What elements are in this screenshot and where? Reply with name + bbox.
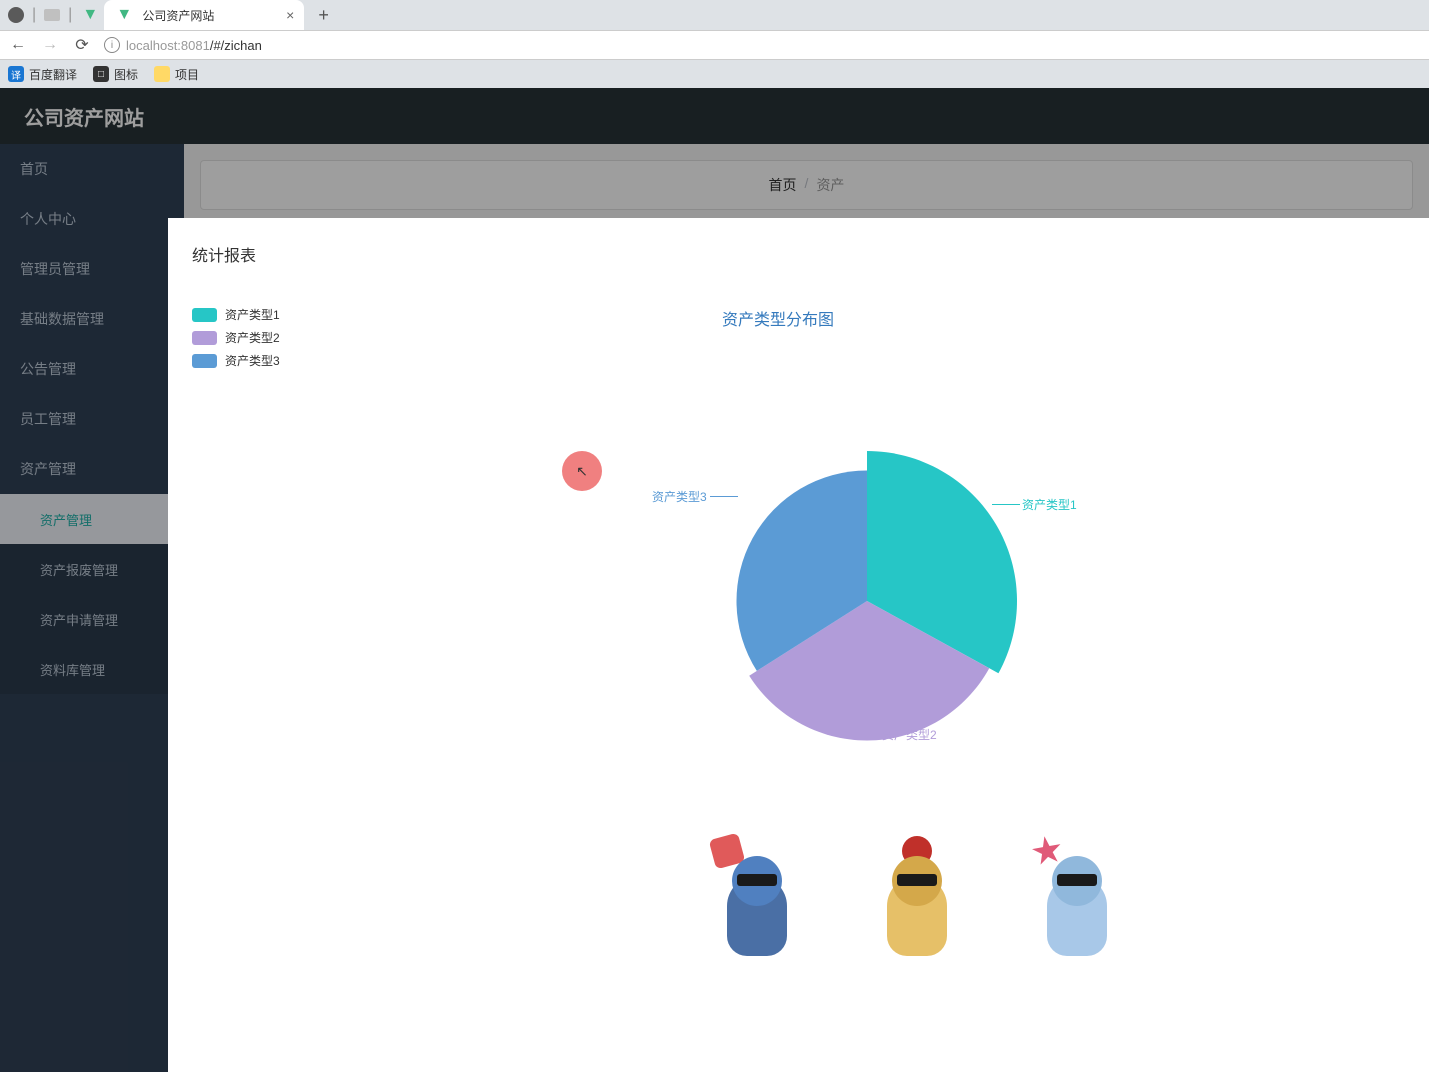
mascot-blue <box>712 836 802 966</box>
tab-divider: | <box>68 6 72 24</box>
legend-item[interactable]: 资产类型2 <box>192 329 280 346</box>
bookmarks-bar: 译 百度翻译 □ 图标 项目 <box>0 60 1429 88</box>
pie-label-1: 资产类型1 <box>1022 496 1077 513</box>
cursor-highlight: ↖ <box>562 451 602 491</box>
legend-swatch <box>192 354 217 368</box>
mascot-dog <box>872 836 962 966</box>
globe-icon[interactable] <box>8 7 24 23</box>
tab-divider: | <box>32 6 36 24</box>
legend-swatch <box>192 308 217 322</box>
legend-label: 资产类型2 <box>225 329 280 346</box>
browser-chrome: | | ▼ ▼ 公司资产网站 × + ← → ⟳ i localhost:808… <box>0 0 1429 88</box>
pie-chart: 资产类型1 资产类型2 资产类型3 <box>692 426 1042 776</box>
legend-label: 资产类型1 <box>225 306 280 323</box>
reload-button[interactable]: ⟳ <box>72 35 92 55</box>
bookmark-label: 项目 <box>175 66 199 83</box>
tab-bar: | | ▼ ▼ 公司资产网站 × + <box>0 0 1429 30</box>
url-text: localhost:8081/#/zichan <box>126 38 262 53</box>
sunglasses-icon <box>1057 874 1097 886</box>
vue-icon[interactable]: ▼ <box>80 5 100 25</box>
url-path: /#/zichan <box>210 38 262 53</box>
modal-title: 统计报表 <box>192 242 1405 266</box>
bookmark-label: 百度翻译 <box>29 66 77 83</box>
forward-button[interactable]: → <box>40 36 60 54</box>
chart-title: 资产类型分布图 <box>722 306 834 330</box>
pie-label-line <box>992 504 1020 505</box>
pie-label-line <box>857 734 879 735</box>
bookmark-item[interactable]: 项目 <box>154 66 199 83</box>
mascot-strip <box>712 836 1122 966</box>
bookmark-item[interactable]: □ 图标 <box>93 66 138 83</box>
legend-item[interactable]: 资产类型3 <box>192 352 280 369</box>
cursor-icon: ↖ <box>576 463 588 480</box>
stats-modal: 统计报表 资产类型1 资产类型2 资产类型3 资产类型分布图 资产类型1 <box>168 218 1429 1072</box>
pie-svg <box>692 426 1042 776</box>
url-field[interactable]: i localhost:8081/#/zichan <box>104 37 1421 53</box>
vue-icon: ▼ <box>114 5 134 25</box>
tab-title: 公司资产网站 <box>142 7 278 24</box>
pie-label-3: 资产类型3 <box>652 488 707 505</box>
legend-swatch <box>192 331 217 345</box>
bookmark-icon: 译 <box>8 66 24 82</box>
mascot-lightblue <box>1032 836 1122 966</box>
url-bar: ← → ⟳ i localhost:8081/#/zichan <box>0 30 1429 60</box>
sunglasses-icon <box>737 874 777 886</box>
window-icon[interactable] <box>44 9 60 21</box>
sunglasses-icon <box>897 874 937 886</box>
chart-container: 资产类型1 资产类型2 资产类型3 资产类型分布图 资产类型1 资产类型2 资产… <box>192 306 1405 906</box>
bookmark-icon: □ <box>93 66 109 82</box>
site-info-icon[interactable]: i <box>104 37 120 53</box>
back-button[interactable]: ← <box>8 36 28 54</box>
bookmark-item[interactable]: 译 百度翻译 <box>8 66 77 83</box>
pie-label-line <box>710 496 738 497</box>
legend-item[interactable]: 资产类型1 <box>192 306 280 323</box>
chart-legend: 资产类型1 资产类型2 资产类型3 <box>192 306 280 375</box>
folder-icon <box>154 66 170 82</box>
pie-label-2: 资产类型2 <box>882 726 937 743</box>
close-tab-button[interactable]: × <box>286 7 294 23</box>
bookmark-label: 图标 <box>114 66 138 83</box>
new-tab-button[interactable]: + <box>308 5 339 26</box>
url-host: localhost:8081 <box>126 38 210 53</box>
legend-label: 资产类型3 <box>225 352 280 369</box>
active-tab[interactable]: ▼ 公司资产网站 × <box>104 0 304 30</box>
